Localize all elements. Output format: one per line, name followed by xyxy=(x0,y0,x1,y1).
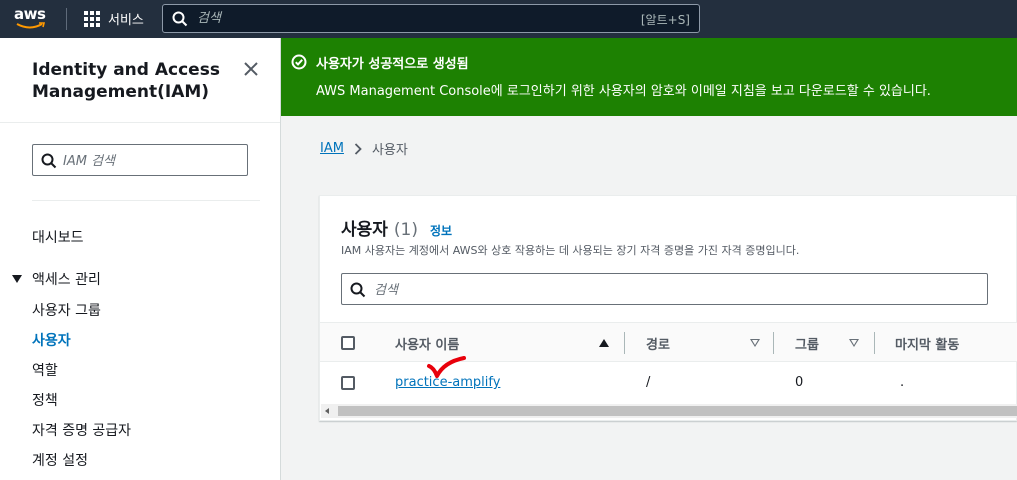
services-label: 서비스 xyxy=(108,13,144,28)
sidebar-item-identity-providers[interactable]: 자격 증명 공급자 xyxy=(32,420,131,440)
sidebar-item-policies[interactable]: 정책 xyxy=(32,390,58,410)
sidebar-item-user-groups[interactable]: 사용자 그룹 xyxy=(32,300,101,320)
search-icon xyxy=(350,282,366,298)
column-header-last-activity[interactable]: 마지막 활동 xyxy=(895,334,959,353)
chevron-right-icon xyxy=(354,142,362,155)
column-header-path[interactable]: 경로 xyxy=(646,334,670,353)
aws-logo-text: aws xyxy=(14,5,46,23)
sort-toggle-icon[interactable] xyxy=(750,339,760,347)
sort-toggle-icon[interactable] xyxy=(849,339,859,347)
users-search-input[interactable] xyxy=(374,280,974,300)
global-search-box[interactable]: [알트+S] xyxy=(162,4,700,33)
search-icon xyxy=(172,11,188,27)
services-grid-icon xyxy=(84,10,100,27)
aws-logo[interactable]: aws xyxy=(14,6,52,32)
breadcrumb-iam-link[interactable]: IAM xyxy=(320,141,344,156)
sidebar-item-account-settings[interactable]: 계정 설정 xyxy=(32,450,88,470)
success-flash-message: 사용자가 성공적으로 생성됨 AWS Management Console에 로… xyxy=(281,38,1017,116)
services-menu-button[interactable]: 서비스 xyxy=(84,9,144,28)
breadcrumb-current: 사용자 xyxy=(371,143,408,158)
caret-down-icon xyxy=(12,275,22,283)
sidebar-divider xyxy=(0,122,280,123)
column-separator[interactable] xyxy=(624,332,625,354)
scrollbar-thumb[interactable] xyxy=(338,406,1017,416)
column-separator[interactable] xyxy=(773,332,774,354)
sidebar-section-access-management[interactable]: 액세스 관리 xyxy=(12,269,101,289)
close-icon[interactable] xyxy=(243,61,259,77)
table-header: 사용자 이름 경로 그룹 마지막 활동 xyxy=(320,322,1017,362)
info-link[interactable]: 정보 xyxy=(430,222,452,239)
users-search-box[interactable] xyxy=(341,273,988,305)
iam-search-input[interactable] xyxy=(63,151,239,171)
page-title: 사용자 xyxy=(341,220,388,240)
sidebar-title: Identity and Access Management(IAM) xyxy=(32,60,220,102)
flash-message: AWS Management Console에 로그인하기 위한 사용자의 암호… xyxy=(316,84,931,99)
flash-heading: 사용자가 성공적으로 생성됨 xyxy=(316,57,469,72)
users-header: 사용자 (1) 정보 xyxy=(341,215,452,240)
iam-search-box[interactable] xyxy=(32,144,248,176)
breadcrumb: IAM 사용자 xyxy=(320,139,408,158)
user-last-activity: . xyxy=(900,375,905,390)
user-path: / xyxy=(646,375,651,390)
sidebar-item-roles[interactable]: 역할 xyxy=(32,360,58,380)
row-checkbox[interactable] xyxy=(341,376,355,390)
sort-ascending-icon[interactable] xyxy=(599,339,609,347)
aws-smile-icon xyxy=(16,22,46,29)
column-separator[interactable] xyxy=(874,332,875,354)
search-icon xyxy=(41,153,57,169)
top-navigation-bar: aws 서비스 [알트+S] xyxy=(0,0,1017,38)
user-groups-count: 0 xyxy=(795,375,804,390)
check-circle-icon xyxy=(291,54,307,70)
topbar-divider xyxy=(66,8,67,30)
side-navigation: Identity and Access Management(IAM) 대시보드… xyxy=(0,38,281,480)
sidebar-item-dashboard[interactable]: 대시보드 xyxy=(32,227,84,247)
column-header-user-name[interactable]: 사용자 이름 xyxy=(395,334,459,353)
table-row: practice-amplify / 0 . xyxy=(320,363,1017,403)
search-shortcut-hint: [알트+S] xyxy=(640,13,690,27)
users-description: IAM 사용자는 계정에서 AWS와 상호 작용하는 데 사용되는 장기 자격 … xyxy=(341,244,800,257)
horizontal-scrollbar[interactable] xyxy=(321,404,1017,418)
global-search-input[interactable] xyxy=(197,8,617,29)
red-checkmark-annotation-icon xyxy=(427,356,466,378)
scroll-left-icon[interactable] xyxy=(325,408,329,414)
sidebar-section-label: 액세스 관리 xyxy=(32,272,101,288)
select-all-checkbox[interactable] xyxy=(341,336,355,350)
sidebar-divider xyxy=(32,200,260,201)
users-table-container: 사용자 (1) 정보 IAM 사용자는 계정에서 AWS와 상호 작용하는 데 … xyxy=(319,195,1017,421)
column-header-groups[interactable]: 그룹 xyxy=(795,334,819,353)
users-count: (1) xyxy=(393,220,419,240)
sidebar-item-users[interactable]: 사용자 xyxy=(32,330,71,350)
